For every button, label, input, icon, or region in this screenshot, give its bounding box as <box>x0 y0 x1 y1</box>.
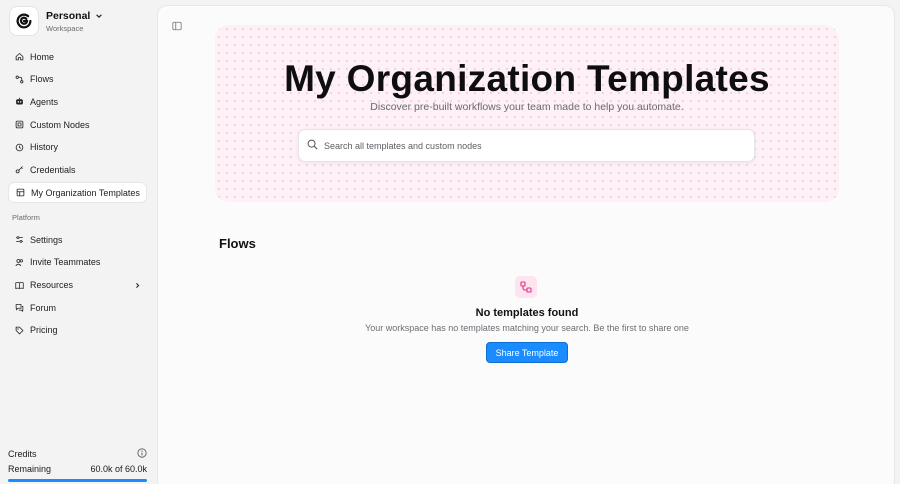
settings-icon <box>15 235 24 244</box>
sidebar-item-label: My Organization Templates <box>31 187 140 198</box>
sidebar-item-home[interactable]: Home <box>8 46 147 67</box>
workspace-switcher[interactable]: Personal Workspace <box>9 6 103 36</box>
sidebar: Personal Workspace Home Flows Agents Cus… <box>0 0 156 484</box>
sidebar-item-agents[interactable]: Agents <box>8 91 147 112</box>
sidebar-item-settings[interactable]: Settings <box>8 229 147 250</box>
workspace-type: Workspace <box>46 23 84 33</box>
flows-section-heading: Flows <box>219 236 256 251</box>
sidebar-item-pricing[interactable]: Pricing <box>8 320 147 341</box>
custom-nodes-icon <box>15 120 24 129</box>
agents-icon <box>15 97 24 106</box>
page-title: My Organization Templates <box>284 58 770 99</box>
sidebar-item-forum[interactable]: Forum <box>8 297 147 318</box>
sidebar-item-label: Resources <box>30 280 74 290</box>
sidebar-item-label: Home <box>30 51 55 62</box>
empty-state-title: No templates found <box>475 307 579 319</box>
search-icon <box>307 137 318 155</box>
sidebar-item-label: History <box>30 142 59 153</box>
page-subtitle: Discover pre-built workflows your team m… <box>370 101 684 113</box>
forum-icon <box>15 303 24 313</box>
search-box[interactable] <box>298 129 755 162</box>
credits-title: Credits <box>8 448 37 459</box>
info-icon[interactable] <box>137 447 147 460</box>
sidebar-item-label: Forum <box>30 302 57 313</box>
hero-banner: My Organization Templates Discover pre-b… <box>215 25 839 202</box>
flows-icon <box>15 75 24 84</box>
sidebar-item-label: Invite Teammates <box>30 257 101 268</box>
sidebar-item-flows[interactable]: Flows <box>8 69 147 90</box>
credits-panel: Credits Remaining 60.0k of 60.0k <box>8 446 147 482</box>
credits-remaining-value: 60.0k of 60.0k <box>90 463 147 474</box>
sidebar-item-label: Settings <box>30 234 63 245</box>
no-templates-icon <box>515 276 537 298</box>
platform-section-label: Platform <box>12 213 40 223</box>
credits-remaining-label: Remaining <box>8 463 52 474</box>
sidebar-item-label: Agents <box>30 96 59 107</box>
sidebar-item-label: Custom Nodes <box>30 119 90 130</box>
users-icon <box>15 258 24 267</box>
sidebar-item-label: Credentials <box>30 164 76 175</box>
sidebar-item-label: Flows <box>30 74 54 85</box>
share-template-button[interactable]: Share Template <box>486 342 568 363</box>
chevron-right-icon <box>134 282 141 289</box>
main-panel: My Organization Templates Discover pre-b… <box>157 5 895 484</box>
sidebar-item-custom-nodes[interactable]: Custom Nodes <box>8 114 147 135</box>
history-icon <box>15 143 24 152</box>
sidebar-item-resources[interactable]: Resources <box>8 275 147 296</box>
sidebar-toggle-icon[interactable] <box>172 18 182 36</box>
templates-icon <box>16 188 25 197</box>
app-logo-icon <box>9 6 39 36</box>
chevron-down-icon <box>96 13 103 18</box>
credits-progress-bar <box>8 479 147 482</box>
app-root: Personal Workspace Home Flows Agents Cus… <box>0 0 900 484</box>
search-input[interactable] <box>324 140 724 151</box>
sidebar-item-history[interactable]: History <box>8 137 147 158</box>
tag-icon <box>15 326 24 335</box>
sidebar-item-my-organization-templates[interactable]: My Organization Templates <box>8 182 147 204</box>
key-icon <box>15 165 24 174</box>
sidebar-item-label: Pricing <box>30 325 58 336</box>
credits-progress-fill <box>8 479 147 482</box>
home-icon <box>15 52 24 61</box>
sidebar-nav: Home Flows Agents Custom Nodes History C… <box>8 46 147 343</box>
sidebar-item-invite-teammates[interactable]: Invite Teammates <box>8 252 147 273</box>
empty-state-text: Your workspace has no templates matching… <box>365 323 689 333</box>
workspace-name: Personal <box>46 9 91 22</box>
book-icon <box>15 281 24 290</box>
sidebar-item-credentials[interactable]: Credentials <box>8 159 147 180</box>
